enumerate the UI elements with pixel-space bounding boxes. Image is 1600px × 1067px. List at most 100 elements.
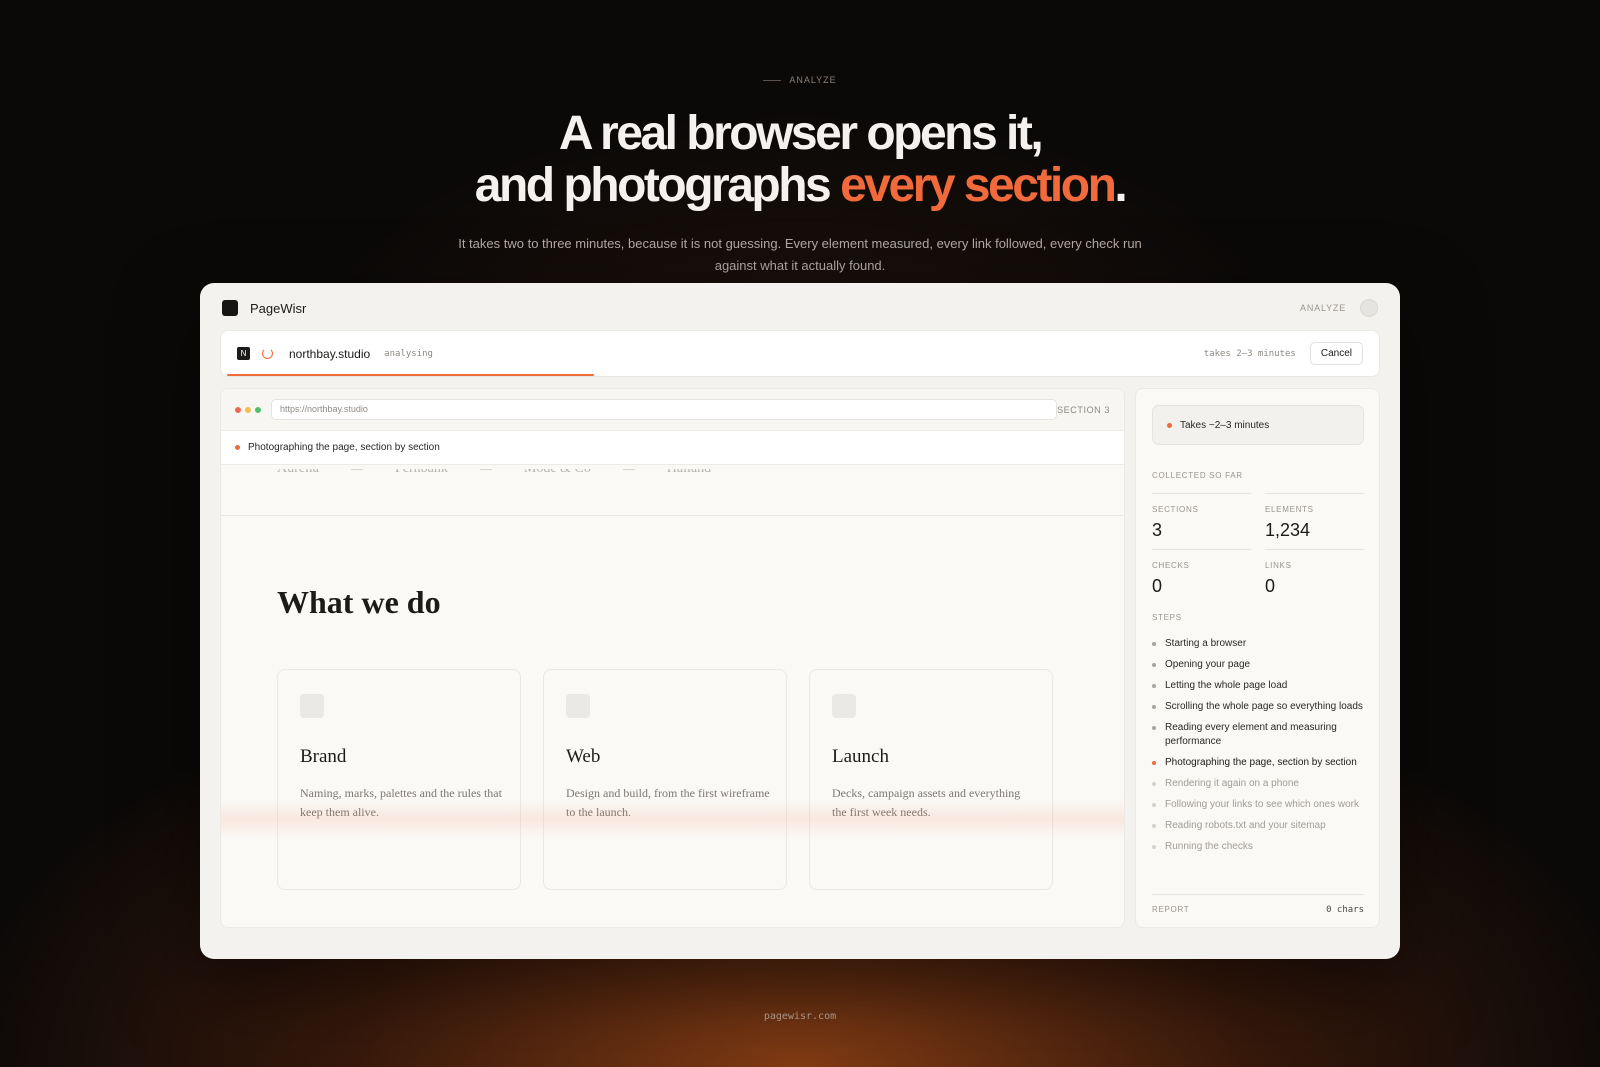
step-bullet-icon <box>1152 705 1156 709</box>
stat-label: LINKS <box>1265 561 1292 570</box>
step-bullet-icon <box>1152 782 1156 786</box>
step-item: Scrolling the whole page so everything l… <box>1152 700 1367 714</box>
browser-chrome: https://northbay.studio SECTION 3 <box>221 389 1124 431</box>
progress-right: takes 2–3 minutes Cancel <box>1204 342 1363 365</box>
section-title: What we do <box>277 584 441 620</box>
service-card-web: Web Design and build, from the first wir… <box>543 669 787 890</box>
eta-box: Takes ~2–3 minutes <box>1152 405 1364 445</box>
step-bullet-icon <box>1152 726 1156 730</box>
analysis-progress-row: N northbay.studio analysing takes 2–3 mi… <box>220 330 1380 377</box>
step-item: Letting the whole page load <box>1152 679 1367 693</box>
step-item: Reading robots.txt and your sitemap <box>1152 819 1367 833</box>
analysed-domain: northbay.studio <box>289 346 371 361</box>
step-bullet-icon <box>1152 663 1156 667</box>
step-bullet-icon <box>1152 803 1156 807</box>
hero-headline: A real browser opens it, and photographs… <box>0 108 1600 212</box>
analysis-status: analysing <box>384 348 433 359</box>
service-card-launch: Launch Decks, campaign assets and everyt… <box>809 669 1053 890</box>
stat-value: 1,234 <box>1265 520 1311 540</box>
stat-label: ELEMENTS <box>1265 505 1314 514</box>
close-dot-icon <box>235 406 241 413</box>
hero-subtext: It takes two to three minutes, because i… <box>458 236 1142 273</box>
collected-label: COLLECTED SO FAR <box>1152 471 1243 480</box>
step-label: Running the checks <box>1165 841 1253 852</box>
footer-domain[interactable]: pagewisr.com <box>0 1011 1600 1022</box>
step-label: Opening your page <box>1165 659 1251 670</box>
step-item: Running the checks <box>1152 840 1367 854</box>
client-logo: Halland <box>666 461 712 476</box>
card-placeholder-icon <box>832 694 856 718</box>
card-title: Launch <box>832 746 889 767</box>
stat-value: 0 <box>1152 576 1163 596</box>
stat-checks: CHECKS 0 <box>1152 549 1251 605</box>
service-card-brand: Brand Naming, marks, palettes and the ru… <box>277 669 521 890</box>
client-logo: Mode & Co <box>523 461 591 476</box>
step-item: Following your links to see which ones w… <box>1152 798 1367 812</box>
step-label: Rendering it again on a phone <box>1165 778 1299 789</box>
site-favicon: N <box>237 347 250 360</box>
steps-label: STEPS <box>1152 613 1182 622</box>
stat-sections: SECTIONS 3 <box>1152 493 1251 549</box>
client-logo: Fernbank <box>394 461 448 476</box>
app-topbar: PageWisr ANALYZE <box>222 297 1378 319</box>
status-dot-icon <box>1167 422 1172 428</box>
step-label: Reading robots.txt and your sitemap <box>1165 820 1326 831</box>
eyebrow-line <box>763 79 782 81</box>
step-item: Photographing the page, section by secti… <box>1152 756 1367 770</box>
avatar[interactable] <box>1360 299 1378 317</box>
card-title: Web <box>566 746 601 767</box>
stats-grid: SECTIONS 3 ELEMENTS 1,234 CHECKS 0 LINKS… <box>1152 493 1364 605</box>
report-chars: 0 chars <box>1326 905 1364 915</box>
section-tag: SECTION 3 <box>1057 404 1110 415</box>
eta-text: Takes ~2–3 minutes <box>1180 419 1270 431</box>
progress-bar <box>227 374 594 376</box>
stat-value: 3 <box>1152 520 1163 540</box>
step-label: Letting the whole page load <box>1165 680 1288 691</box>
client-separator <box>622 468 635 470</box>
report-label: REPORT <box>1152 905 1190 914</box>
step-bullet-icon <box>1152 845 1156 849</box>
headline-line2-plain: and photographs <box>474 159 841 212</box>
minimize-dot-icon <box>245 406 251 413</box>
step-bullet-icon <box>1152 824 1156 828</box>
eyebrow-label: ANALYZE <box>789 75 837 85</box>
step-item: Opening your page <box>1152 658 1367 672</box>
stat-label: CHECKS <box>1152 561 1190 570</box>
url-bar: https://northbay.studio <box>271 399 1057 420</box>
progress-panel: Takes ~2–3 minutes COLLECTED SO FAR SECT… <box>1135 388 1380 928</box>
cancel-button[interactable]: Cancel <box>1309 342 1363 365</box>
report-row: REPORT 0 chars <box>1152 894 1364 915</box>
analysis-eta: takes 2–3 minutes <box>1203 348 1296 359</box>
step-item: Reading every element and measuring perf… <box>1152 721 1367 749</box>
client-separator <box>350 468 363 470</box>
step-bullet-icon <box>1152 642 1156 646</box>
stat-elements: ELEMENTS 1,234 <box>1265 493 1364 549</box>
card-description: Design and build, from the first wirefra… <box>566 786 770 819</box>
stat-links: LINKS 0 <box>1265 549 1364 605</box>
browser-preview: https://northbay.studio SECTION 3 Photog… <box>220 388 1125 928</box>
step-bullet-icon <box>1152 761 1156 765</box>
nav-analyze[interactable]: ANALYZE <box>1300 303 1346 313</box>
loading-spinner-icon <box>262 348 273 359</box>
card-description: Decks, campaign assets and everything th… <box>832 786 1021 819</box>
headline-period: . <box>1114 159 1127 212</box>
status-dot-icon <box>235 445 240 450</box>
step-label: Starting a browser <box>1165 638 1247 649</box>
step-item: Rendering it again on a phone <box>1152 777 1367 791</box>
app-logo[interactable] <box>222 300 238 316</box>
step-label: Following your links to see which ones w… <box>1165 799 1359 810</box>
step-item: Starting a browser <box>1152 637 1367 651</box>
step-bullet-icon <box>1152 684 1156 688</box>
hero-eyebrow: ANALYZE <box>0 75 1600 85</box>
step-label: Scrolling the whole page so everything l… <box>1165 701 1363 712</box>
client-separator <box>479 468 492 470</box>
steps-list: Starting a browser Opening your page Let… <box>1152 637 1367 861</box>
service-cards: Brand Naming, marks, palettes and the ru… <box>277 669 1053 890</box>
step-label: Reading every element and measuring perf… <box>1165 722 1337 747</box>
step-label: Photographing the page, section by secti… <box>1165 757 1357 768</box>
client-logos: Aurelia Fernbank Mode & Co Halland <box>277 461 711 477</box>
app-name[interactable]: PageWisr <box>250 301 306 316</box>
section-divider <box>221 515 1124 516</box>
client-logo: Aurelia <box>277 461 319 476</box>
card-title: Brand <box>300 746 347 767</box>
